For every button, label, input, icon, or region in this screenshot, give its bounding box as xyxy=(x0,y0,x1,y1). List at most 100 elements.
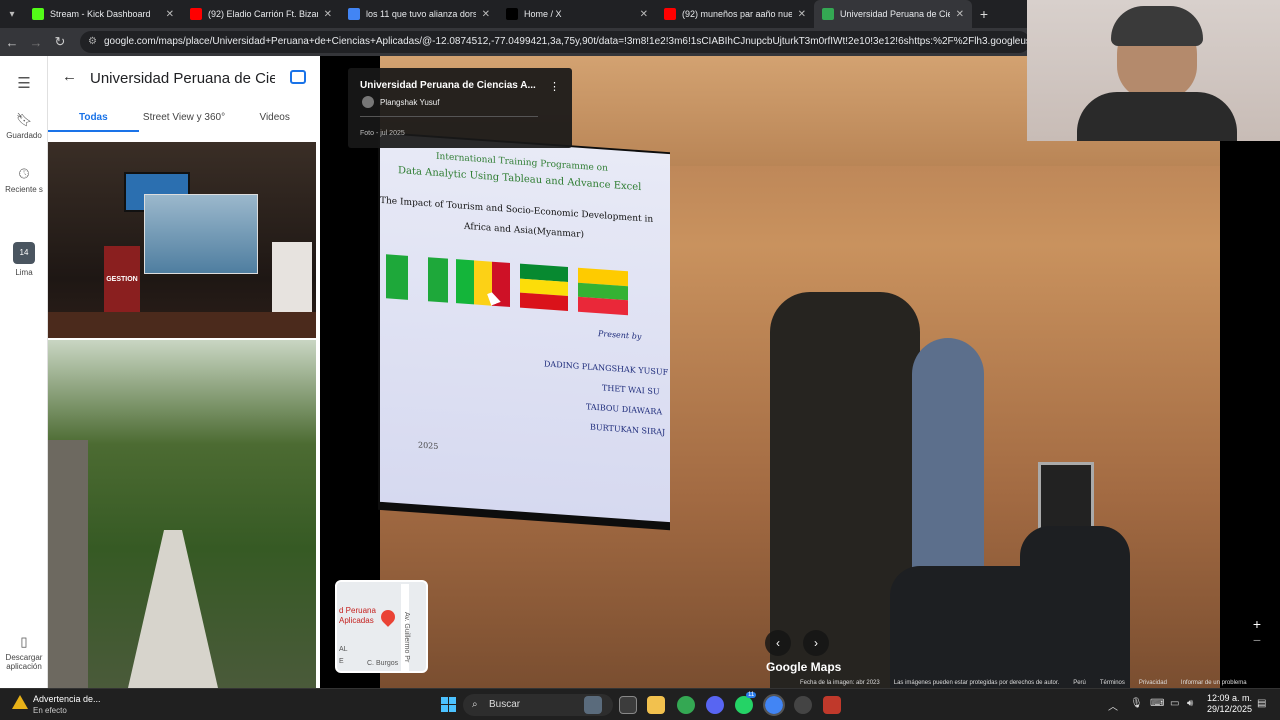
whatsapp-icon[interactable] xyxy=(735,696,753,714)
country-link[interactable]: Perú xyxy=(1073,680,1086,688)
browser-tab[interactable]: Home / X ✕ xyxy=(498,0,656,28)
photo-tabs: Todas Street View y 360° Videos xyxy=(48,106,320,132)
slide-line-4: Africa and Asia(Myanmar) xyxy=(464,221,584,241)
privacy-link[interactable]: Privacidad xyxy=(1139,680,1167,688)
minimap-label-al: AL xyxy=(339,646,348,653)
bookmark-icon: 🔖︎ xyxy=(15,112,33,127)
tab-title: los 11 que tuvo alianza dorsales xyxy=(366,9,476,19)
obs-icon[interactable] xyxy=(794,696,812,714)
minimap-label-1: d Peruana xyxy=(339,606,376,615)
more-options-icon[interactable]: ⋮ xyxy=(549,80,560,93)
reload-icon[interactable]: ↻ xyxy=(48,34,72,50)
terms-link[interactable]: Términos xyxy=(1100,680,1125,688)
browser-tab[interactable]: los 11 que tuvo alianza dorsales ✕ xyxy=(340,0,498,28)
browser-tab[interactable]: Stream - Kick Dashboard ✕ xyxy=(24,0,182,28)
rail-label: Descargar aplicación xyxy=(5,653,43,671)
slide-present-by: Present by xyxy=(598,329,642,342)
back-arrow-icon[interactable]: ← xyxy=(62,68,77,85)
app-icon[interactable] xyxy=(823,696,841,714)
browser-tab[interactable]: Universidad Peruana de Ciencias ✕ xyxy=(814,0,972,28)
close-tab-icon[interactable]: ✕ xyxy=(324,9,332,20)
prev-photo-button[interactable]: ‹ xyxy=(765,630,791,656)
close-tab-icon[interactable]: ✕ xyxy=(482,9,490,20)
browser-tab[interactable]: (92) Eladio Carrión Ft. Bizarrap ✕ xyxy=(182,0,340,28)
forward-icon[interactable]: → xyxy=(24,35,48,50)
rail-item-lima[interactable]: 14 Lima xyxy=(0,242,48,277)
tab-title: Stream - Kick Dashboard xyxy=(50,9,151,19)
photo-viewer[interactable]: International Training Programme on Data… xyxy=(320,56,1280,688)
next-photo-button[interactable]: › xyxy=(803,630,829,656)
tab-videos[interactable]: Videos xyxy=(229,106,320,132)
photo-date: Foto - jul 2025 xyxy=(360,130,405,137)
network-icon[interactable]: ▭ xyxy=(1170,698,1179,709)
tab-title: Universidad Peruana de Ciencias xyxy=(840,9,950,19)
city-thumb-icon: 14 xyxy=(13,242,35,264)
photo-thumbnail-garden[interactable] xyxy=(48,340,316,688)
url-bar[interactable]: ⚙ google.com/maps/place/Universidad+Perua… xyxy=(80,31,1030,53)
clock-time: 12:09 a. m. xyxy=(1206,693,1252,703)
slide-name-3: TAIBOU DIAWARA xyxy=(586,402,663,417)
rail-label: Guardado xyxy=(6,131,42,140)
rail-label: Reciente s xyxy=(5,185,43,194)
site-info-icon[interactable]: ⚙ xyxy=(88,31,97,53)
tab-street-view[interactable]: Street View y 360° xyxy=(139,106,230,132)
report-problem-link[interactable]: Informar de un problema xyxy=(1181,680,1247,688)
close-tab-icon[interactable]: ✕ xyxy=(640,9,648,20)
volume-icon[interactable]: 🔊︎ xyxy=(1187,698,1193,709)
x-icon xyxy=(506,8,518,20)
microphone-icon[interactable]: 🎙︎ xyxy=(1130,698,1143,709)
presentation-slide: International Training Programme on Data… xyxy=(380,133,670,523)
history-icon: 🕓︎ xyxy=(18,166,30,181)
slide-name-4: BURTUKAN SIRAJ xyxy=(590,422,666,437)
google-icon xyxy=(348,8,360,20)
monitor-shape xyxy=(1038,462,1094,536)
zoom-out-button[interactable]: − xyxy=(1250,632,1264,648)
photo-author[interactable]: Plangshak Yusuf xyxy=(380,98,439,107)
warning-title[interactable]: Advertencia de... xyxy=(33,694,101,704)
start-button[interactable] xyxy=(441,697,456,712)
gestion-banner: GESTION xyxy=(104,246,140,318)
tab-title: (92) Eladio Carrión Ft. Bizarrap xyxy=(208,9,318,19)
photo-info-card: Universidad Peruana de Ciencias A... ⋮ P… xyxy=(348,68,572,148)
mini-map[interactable]: d Peruana Aplicadas Av. Guillermo Pr C. … xyxy=(335,580,428,673)
keyboard-icon[interactable]: ⌨ xyxy=(1150,698,1164,709)
chrome-active-icon[interactable] xyxy=(763,694,785,716)
author-avatar[interactable] xyxy=(362,96,374,108)
maps-pin-icon xyxy=(822,8,834,20)
chrome-icon[interactable] xyxy=(677,696,695,714)
photo-thumbnail-auditorium[interactable]: GESTION xyxy=(48,142,316,338)
slide-name-1: DADING PLANGSHAK YUSUF xyxy=(544,359,669,378)
back-icon[interactable]: ← xyxy=(0,35,24,50)
warning-icon[interactable] xyxy=(12,695,28,709)
discord-icon[interactable] xyxy=(706,696,724,714)
tray-expand-icon[interactable]: ︿ xyxy=(1108,698,1118,713)
desk-shape xyxy=(48,312,316,338)
copyright-notice: Las imágenes pueden estar protegidas por… xyxy=(893,680,1060,686)
tab-todas[interactable]: Todas xyxy=(48,106,139,132)
rail-item-recent[interactable]: 🕓︎ Reciente s xyxy=(0,166,48,194)
rail-item-saved[interactable]: 🔖︎ Guardado xyxy=(0,112,48,140)
whatsapp-badge: 11 xyxy=(746,692,757,698)
notification-icon[interactable]: ▤ xyxy=(1257,698,1266,709)
photo-place-title[interactable]: Universidad Peruana de Ciencias A... xyxy=(360,80,540,91)
browser-tab[interactable]: (92) muneños par aaño nuevo ✕ xyxy=(656,0,814,28)
chair-shape xyxy=(1020,526,1130,688)
close-tab-icon[interactable]: ✕ xyxy=(166,9,174,20)
hamburger-icon: ☰ xyxy=(17,75,31,92)
zoom-in-button[interactable]: + xyxy=(1250,616,1264,632)
flag-2 xyxy=(428,257,448,303)
cap-shape xyxy=(1111,6,1203,46)
system-clock[interactable]: 12:09 a. m. 29/12/2025 xyxy=(1206,693,1252,715)
close-tab-icon[interactable]: ✕ xyxy=(798,9,806,20)
rail-item-download-app[interactable]: ▯ Descargar aplicación xyxy=(0,634,48,671)
projector-screen-shape xyxy=(144,194,258,274)
menu-button[interactable]: ☰ xyxy=(0,74,48,95)
close-tab-icon[interactable]: ✕ xyxy=(956,9,964,20)
webcam-overlay xyxy=(1027,0,1280,141)
new-tab-button[interactable]: + xyxy=(972,6,996,22)
task-view-icon[interactable] xyxy=(619,696,637,714)
tab-search-menu[interactable]: ▾ xyxy=(0,0,24,28)
add-photo-icon[interactable] xyxy=(290,70,306,84)
widgets-icon[interactable] xyxy=(584,696,602,714)
file-explorer-icon[interactable] xyxy=(647,696,665,714)
